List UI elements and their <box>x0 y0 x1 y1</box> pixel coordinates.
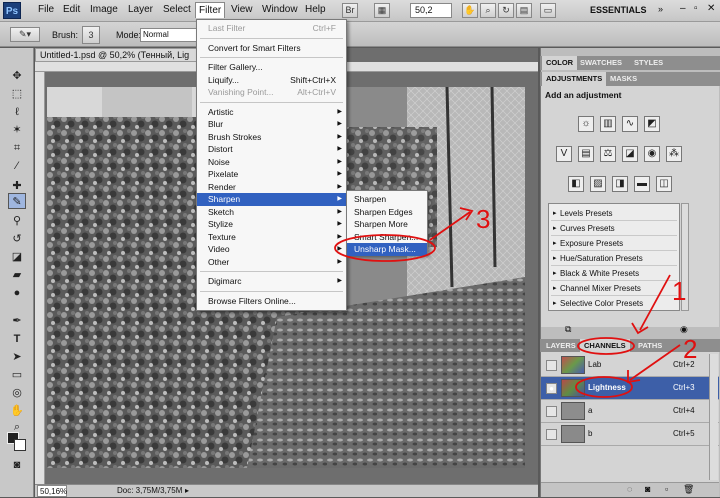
annotation-number-3: 3 <box>476 204 490 234</box>
arrow-2 <box>629 344 681 381</box>
arrow-1-head <box>631 322 649 335</box>
annotation-number-1: 1 <box>672 276 686 306</box>
annotation-number-2: 2 <box>683 334 697 364</box>
arrow-3 <box>429 211 471 241</box>
channels-tab-highlight <box>577 337 635 355</box>
unsharp-mask-highlight <box>334 234 436 262</box>
lightness-highlight <box>575 376 633 398</box>
annotation-overlay: 3 1 2 <box>334 204 697 398</box>
arrow-2-head <box>627 370 641 384</box>
arrow-1 <box>639 274 671 331</box>
